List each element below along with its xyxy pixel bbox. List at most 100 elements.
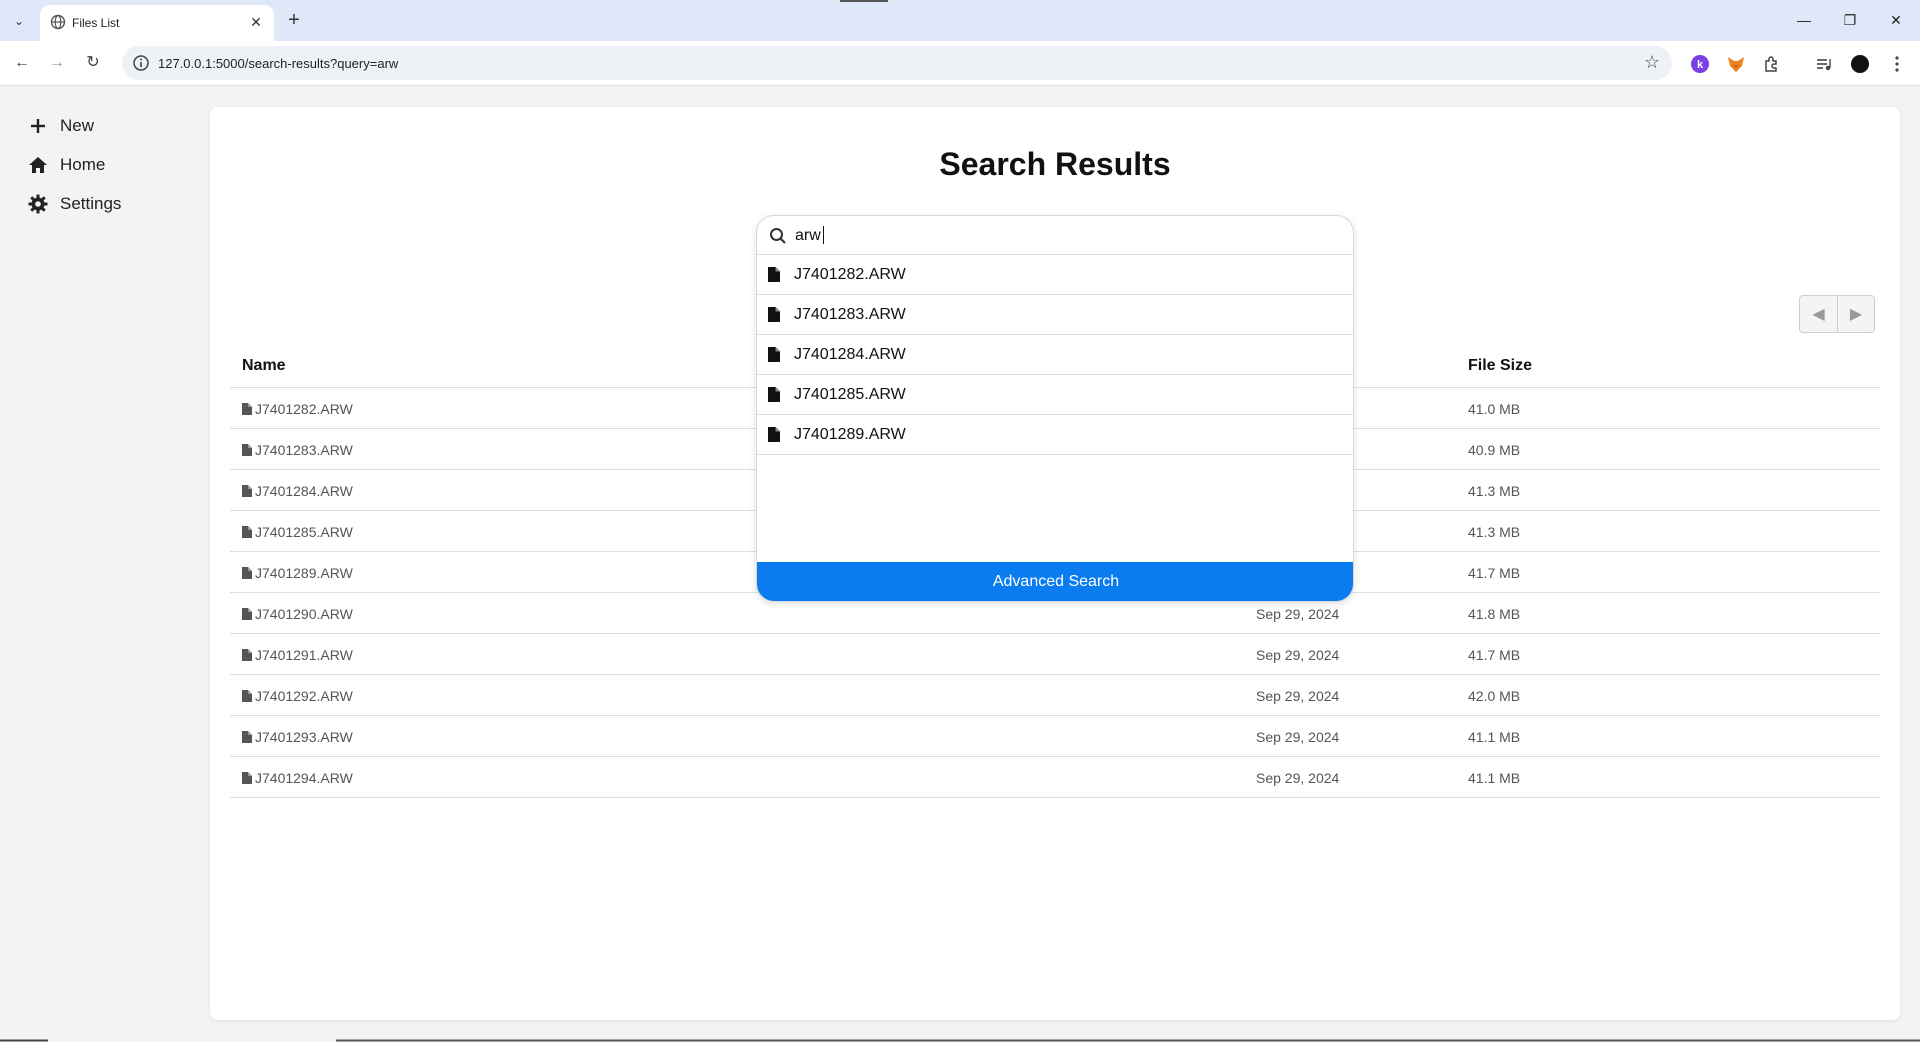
profile-avatar[interactable] <box>1848 52 1872 76</box>
file-name: J7401293.ARW <box>255 729 353 745</box>
sidebar-item-home[interactable]: Home <box>28 151 105 179</box>
search-suggestion[interactable]: J7401283.ARW <box>757 295 1353 335</box>
file-name: J7401282.ARW <box>255 401 353 417</box>
file-name-cell[interactable]: J7401290.ARW <box>242 606 353 622</box>
close-window-icon[interactable]: ✕ <box>1882 8 1910 32</box>
file-name: J7401285.ARW <box>255 524 353 540</box>
minimize-icon[interactable]: — <box>1790 8 1818 32</box>
file-name-cell[interactable]: J7401291.ARW <box>242 647 353 663</box>
file-name-cell[interactable]: J7401289.ARW <box>242 565 353 581</box>
main-card: Search Results ◀ ▶ Name File Size J74012… <box>210 107 1900 1020</box>
sidebar-item-label: Settings <box>60 194 122 213</box>
close-tab-icon[interactable]: ✕ <box>246 12 266 32</box>
new-tab-icon[interactable]: + <box>282 8 306 32</box>
tab-title: Files List <box>72 16 120 30</box>
suggestion-label: J7401283.ARW <box>794 306 906 323</box>
table-row[interactable]: J7401294.ARW Sep 29, 2024 41.1 MB <box>230 757 1880 798</box>
search-bar <box>757 216 1353 255</box>
address-bar[interactable]: 127.0.0.1:5000/search-results?query=arw … <box>122 46 1672 80</box>
file-name: J7401284.ARW <box>255 483 353 499</box>
file-icon <box>768 387 780 402</box>
suggestion-label: J7401289.ARW <box>794 426 906 443</box>
file-icon <box>242 444 252 456</box>
table-row[interactable]: J7401292.ARW Sep 29, 2024 42.0 MB <box>230 675 1880 716</box>
file-name-cell[interactable]: J7401293.ARW <box>242 729 353 745</box>
menu-kebab-icon[interactable] <box>1885 52 1909 76</box>
sidebar-item-label: Home <box>60 155 106 174</box>
file-icon <box>242 485 252 497</box>
file-name: J7401291.ARW <box>255 647 353 663</box>
search-dropdown: J7401282.ARW J7401283.ARW J7401284.ARW J740… <box>756 215 1354 602</box>
forward-icon[interactable]: → <box>44 50 70 76</box>
file-name-cell[interactable]: J7401284.ARW <box>242 483 353 499</box>
file-date: Sep 29, 2024 <box>1256 688 1340 704</box>
file-name-cell[interactable]: J7401285.ARW <box>242 524 353 540</box>
file-date: Sep 29, 2024 <box>1256 606 1340 622</box>
file-date: Sep 29, 2024 <box>1256 729 1340 745</box>
file-size: 40.9 MB <box>1468 442 1521 458</box>
pagination: ◀ ▶ <box>1799 295 1875 333</box>
file-icon <box>242 608 252 620</box>
drag-indicator <box>840 0 888 2</box>
file-size: 41.0 MB <box>1468 401 1521 417</box>
tab-search-icon[interactable]: ⌄ <box>8 10 30 32</box>
media-queue-icon[interactable] <box>1812 52 1836 76</box>
column-header-size[interactable]: File Size <box>1468 357 1532 375</box>
browser-tab[interactable]: Files List ✕ <box>40 5 274 41</box>
file-name-cell[interactable]: J7401282.ARW <box>242 401 353 417</box>
extensions-puzzle-icon[interactable] <box>1760 52 1784 76</box>
next-page-button[interactable]: ▶ <box>1836 296 1874 332</box>
search-suggestion[interactable]: J7401289.ARW <box>757 415 1353 455</box>
search-suggestion[interactable]: J7401282.ARW <box>757 255 1353 295</box>
restore-icon[interactable]: ❐ <box>1836 8 1864 32</box>
column-header-name[interactable]: Name <box>242 357 286 375</box>
extension-fox-icon[interactable] <box>1724 52 1748 76</box>
table-row[interactable]: J7401291.ARW Sep 29, 2024 41.7 MB <box>230 634 1880 675</box>
table-row[interactable]: J7401293.ARW Sep 29, 2024 41.1 MB <box>230 716 1880 757</box>
search-icon <box>770 228 786 244</box>
text-cursor <box>823 226 824 244</box>
file-size: 41.3 MB <box>1468 483 1521 499</box>
file-icon <box>242 772 252 784</box>
bookmark-star-icon[interactable]: ☆ <box>1644 52 1660 73</box>
file-name: J7401292.ARW <box>255 688 353 704</box>
file-icon <box>768 347 780 362</box>
file-name-cell[interactable]: J7401294.ARW <box>242 770 353 786</box>
file-name: J7401294.ARW <box>255 770 353 786</box>
back-icon[interactable]: ← <box>9 50 35 76</box>
file-name-cell[interactable]: J7401292.ARW <box>242 688 353 704</box>
file-icon <box>768 307 780 322</box>
page-title: Search Results <box>939 146 1171 182</box>
file-icon <box>768 427 780 442</box>
suggestion-label: J7401284.ARW <box>794 346 906 363</box>
sidebar-item-label: New <box>60 116 95 135</box>
file-size: 41.7 MB <box>1468 647 1521 663</box>
file-icon <box>242 649 252 661</box>
file-icon <box>242 403 252 415</box>
suggestion-label: J7401285.ARW <box>794 386 906 403</box>
search-suggestion[interactable]: J7401284.ARW <box>757 335 1353 375</box>
search-input[interactable] <box>795 224 1335 248</box>
file-size: 41.7 MB <box>1468 565 1521 581</box>
file-name-cell[interactable]: J7401283.ARW <box>242 442 353 458</box>
file-icon <box>242 690 252 702</box>
search-suggestion[interactable]: J7401285.ARW <box>757 375 1353 415</box>
file-size: 41.1 MB <box>1468 770 1521 786</box>
reload-icon[interactable]: ↻ <box>80 50 106 76</box>
file-name: J7401283.ARW <box>255 442 353 458</box>
file-icon <box>242 731 252 743</box>
home-icon <box>29 157 47 173</box>
file-icon <box>242 526 252 538</box>
sidebar-item-settings[interactable]: Settings <box>28 190 121 218</box>
prev-page-button[interactable]: ◀ <box>1800 296 1837 332</box>
file-name: J7401290.ARW <box>255 606 353 622</box>
advanced-search-button[interactable]: Advanced Search <box>757 562 1353 601</box>
file-icon <box>242 567 252 579</box>
sidebar-item-new[interactable]: New <box>28 112 94 140</box>
gear-icon <box>28 194 48 214</box>
file-size: 42.0 MB <box>1468 688 1521 704</box>
file-date: Sep 29, 2024 <box>1256 770 1340 786</box>
globe-icon <box>50 14 66 30</box>
extension-k-icon[interactable]: k <box>1688 52 1712 76</box>
info-icon[interactable] <box>132 54 150 72</box>
